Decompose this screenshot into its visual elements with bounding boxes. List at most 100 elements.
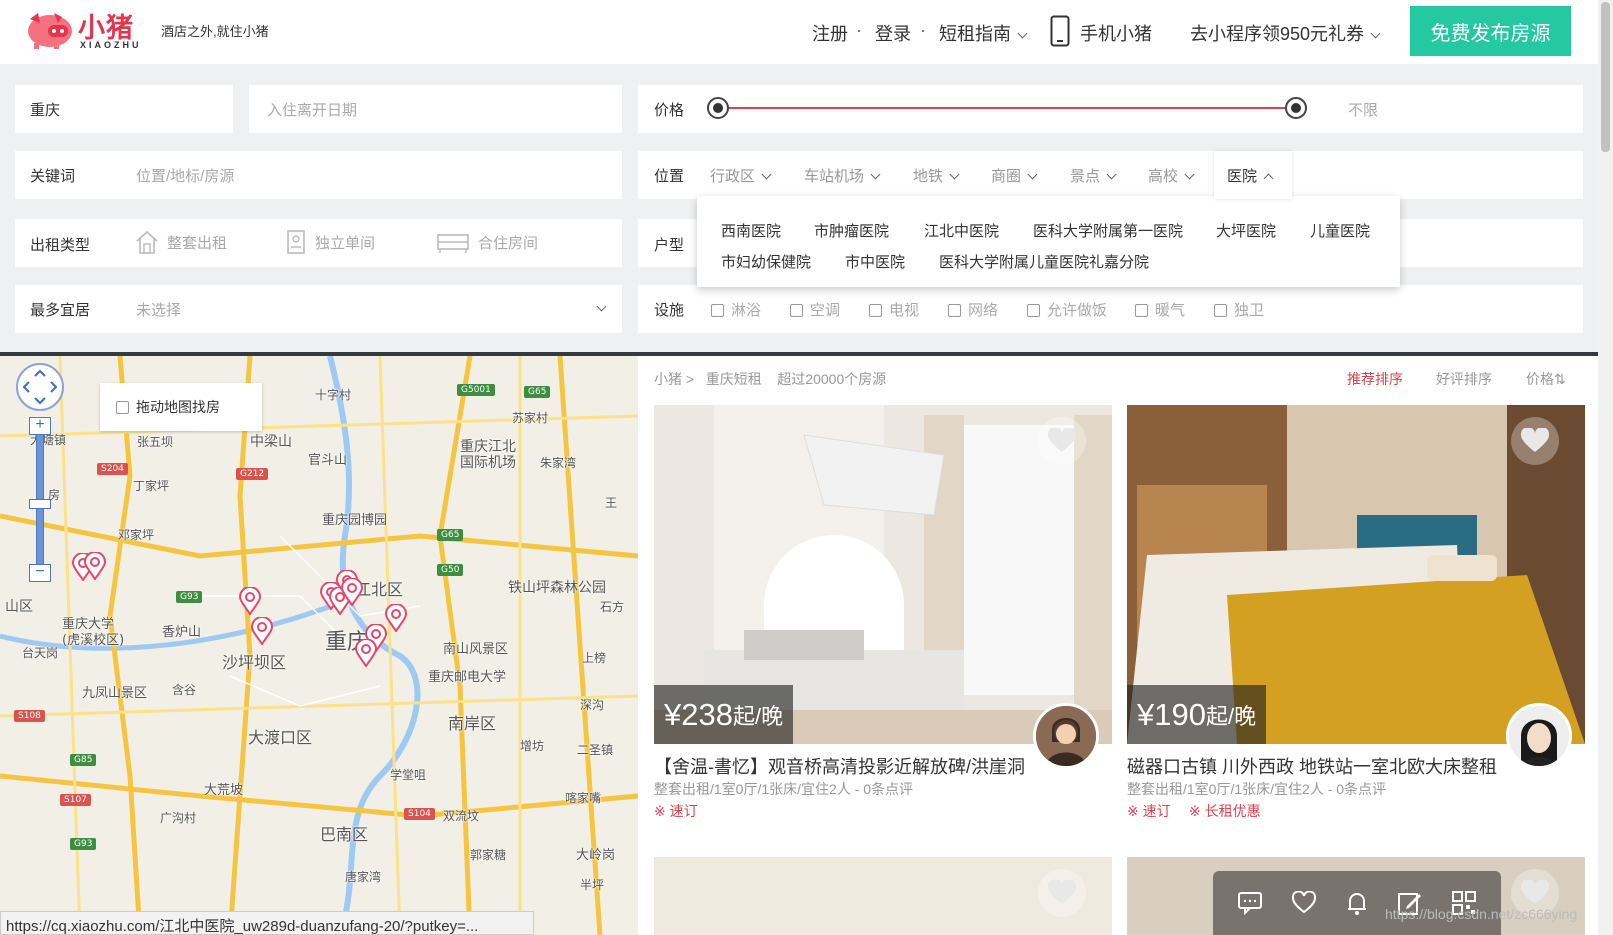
facility-private-bath-checkbox[interactable]: 独卫 — [1214, 299, 1264, 320]
hospital-option[interactable]: 儿童医院 — [1310, 220, 1370, 241]
status-bar-url: https://cq.xiaozhu.com/江北中医院_uw289d-duan… — [0, 911, 534, 935]
checkbox-icon — [711, 304, 724, 317]
map-listing-pin-icon[interactable] — [84, 552, 106, 580]
host-avatar[interactable] — [1033, 703, 1099, 769]
location-tab-station[interactable]: 车站机场 — [804, 165, 881, 186]
guests-label: 最多宜居 — [30, 302, 91, 319]
map-place-label: 增坊 — [520, 739, 545, 753]
favorite-button[interactable] — [1038, 417, 1086, 465]
map-view[interactable]: 十字村 苏家村 大塘镇 张五坝 中梁山 官斗山 重庆江北 国际机场 朱家湾 丁家坪 重庆园博园 邓家坪… — [0, 356, 638, 935]
pig-logo-icon[interactable] — [24, 9, 72, 49]
location-tab-business[interactable]: 商圈 — [991, 165, 1038, 186]
listing-card-image[interactable]: ¥190 起/晚 — [1127, 405, 1585, 744]
map-place-label: 含谷 — [172, 683, 197, 697]
hospital-option[interactable]: 医科大学附属第一医院 — [1033, 220, 1183, 241]
highway-shield-icon: G5001 — [457, 384, 495, 396]
hospital-option[interactable]: 西南医院 — [721, 220, 781, 241]
guests-select[interactable]: 最多宜居 未选择 — [15, 285, 622, 333]
listing-tag-instant: ※ 速订 — [654, 803, 698, 819]
facility-shower-checkbox[interactable]: 淋浴 — [711, 299, 761, 320]
location-tab-district[interactable]: 行政区 — [710, 165, 772, 186]
facility-cooking-checkbox[interactable]: 允许做饭 — [1027, 299, 1107, 320]
favorite-button[interactable] — [1038, 869, 1086, 917]
date-field[interactable]: 入住离开日期 — [249, 85, 622, 133]
map-listing-pin-icon[interactable] — [355, 639, 377, 667]
map-listing-pin-icon[interactable] — [341, 578, 363, 606]
rent-type-shared-room[interactable]: 合住房间 — [436, 229, 538, 255]
listing-title[interactable]: 【舍温-書忆】观音桥高清投影近解放碑/洪崖洞 — [654, 753, 1025, 779]
nav-separator: · — [856, 20, 862, 40]
hospital-option[interactable]: 医科大学附属儿童医院礼嘉分院 — [939, 251, 1149, 272]
map-place-label: 铁山坪森林公园 — [508, 580, 606, 596]
facility-ac-checkbox[interactable]: 空调 — [790, 299, 840, 320]
listing-tag-long-stay: ※ 长租优惠 — [1189, 803, 1261, 819]
publish-listing-button[interactable]: 免费发布房源 — [1410, 6, 1571, 56]
map-listing-pin-icon[interactable] — [251, 617, 273, 645]
map-listing-pin-icon[interactable] — [385, 604, 407, 632]
zoom-in-icon[interactable]: + — [29, 417, 51, 435]
scrollbar-thumb[interactable] — [1601, 2, 1610, 152]
guide-menu[interactable]: 短租指南 — [939, 20, 1028, 46]
hospital-option[interactable]: 市肿瘤医院 — [814, 220, 889, 241]
zoom-level-handle[interactable] — [29, 499, 51, 509]
listing-card-image[interactable] — [654, 857, 1112, 935]
price-slider-track[interactable] — [718, 107, 1296, 109]
keyword-input[interactable]: 位置/地标/房源 — [136, 165, 234, 186]
notification-bell-icon[interactable] — [1345, 890, 1369, 916]
hospital-option[interactable]: 大坪医院 — [1216, 220, 1276, 241]
price-slider-min-handle[interactable] — [707, 97, 729, 119]
map-listing-pin-icon[interactable] — [239, 587, 261, 615]
map-place-label: 十字村 — [315, 388, 352, 402]
sort-rating[interactable]: 好评排序 — [1436, 369, 1492, 389]
map-place-label: 中梁山 — [250, 434, 292, 450]
miniprogram-label: 去小程序领950元礼券 — [1190, 24, 1365, 44]
host-avatar[interactable] — [1506, 703, 1572, 769]
hospital-option[interactable]: 市妇幼保健院 — [721, 251, 811, 272]
sort-recommended[interactable]: 推荐排序 — [1347, 369, 1403, 389]
rent-type-entire[interactable]: 整套出租 — [135, 229, 227, 255]
price-max-value: 不限 — [1348, 102, 1379, 119]
map-pan-control-icon[interactable] — [15, 362, 65, 412]
facility-label: 暖气 — [1155, 302, 1186, 319]
page-scrollbar[interactable] — [1598, 0, 1613, 935]
rent-type-single-room[interactable]: 独立单间 — [285, 229, 375, 255]
facilities-panel: 设施 淋浴 空调 电视 网络 允许做饭 暖气 独卫 — [638, 285, 1583, 333]
map-place-label: 上榜 — [582, 651, 607, 665]
listing-card-image[interactable]: ¥238 起/晚 — [654, 405, 1112, 744]
city-field[interactable]: 重庆 — [15, 85, 233, 133]
location-tab-scenic[interactable]: 景点 — [1070, 165, 1117, 186]
tab-label: 地铁 — [913, 168, 944, 185]
login-link[interactable]: 登录 — [875, 20, 911, 46]
hospital-option[interactable]: 江北中医院 — [924, 220, 999, 241]
location-tab-university[interactable]: 高校 — [1148, 165, 1195, 186]
mobile-phone-icon — [1050, 15, 1070, 47]
breadcrumb-home[interactable]: 小猪 — [654, 371, 682, 387]
facility-network-checkbox[interactable]: 网络 — [948, 299, 998, 320]
chevron-down-icon — [1027, 169, 1038, 180]
chat-icon[interactable] — [1237, 891, 1263, 915]
breadcrumb-city[interactable]: 重庆短租 — [706, 371, 762, 387]
location-tab-subway[interactable]: 地铁 — [913, 165, 960, 186]
checkbox-icon — [790, 304, 803, 317]
price-slider-max-handle[interactable] — [1285, 97, 1307, 119]
listing-title[interactable]: 磁器口古镇 川外西政 地铁站一室北欧大床整租 — [1127, 753, 1497, 779]
favorites-icon[interactable] — [1291, 891, 1317, 915]
price-amount: ¥190 — [1137, 696, 1206, 732]
map-place-label: 深沟 — [580, 698, 605, 712]
hospital-option[interactable]: 市中医院 — [845, 251, 905, 272]
mobile-app-link[interactable]: 手机小猪 — [1080, 20, 1152, 46]
facility-tv-checkbox[interactable]: 电视 — [869, 299, 919, 320]
map-place-label: 巴南区 — [320, 825, 369, 844]
bunk-bed-icon — [437, 234, 469, 253]
facility-heating-checkbox[interactable]: 暖气 — [1135, 299, 1185, 320]
location-tab-hospital[interactable]: 医院 — [1214, 151, 1292, 199]
map-place-label: 香炉山 — [162, 625, 202, 640]
facility-label: 网络 — [968, 302, 999, 319]
register-link[interactable]: 注册 — [812, 20, 848, 46]
zoom-out-icon[interactable]: − — [29, 564, 51, 582]
facility-label: 允许做饭 — [1047, 302, 1108, 319]
sort-price[interactable]: 价格⇅ — [1526, 369, 1566, 389]
miniprogram-menu[interactable]: 去小程序领950元礼券 — [1190, 20, 1381, 46]
drag-map-search-toggle[interactable]: 拖动地图找房 — [100, 383, 262, 431]
favorite-button[interactable] — [1511, 417, 1559, 465]
